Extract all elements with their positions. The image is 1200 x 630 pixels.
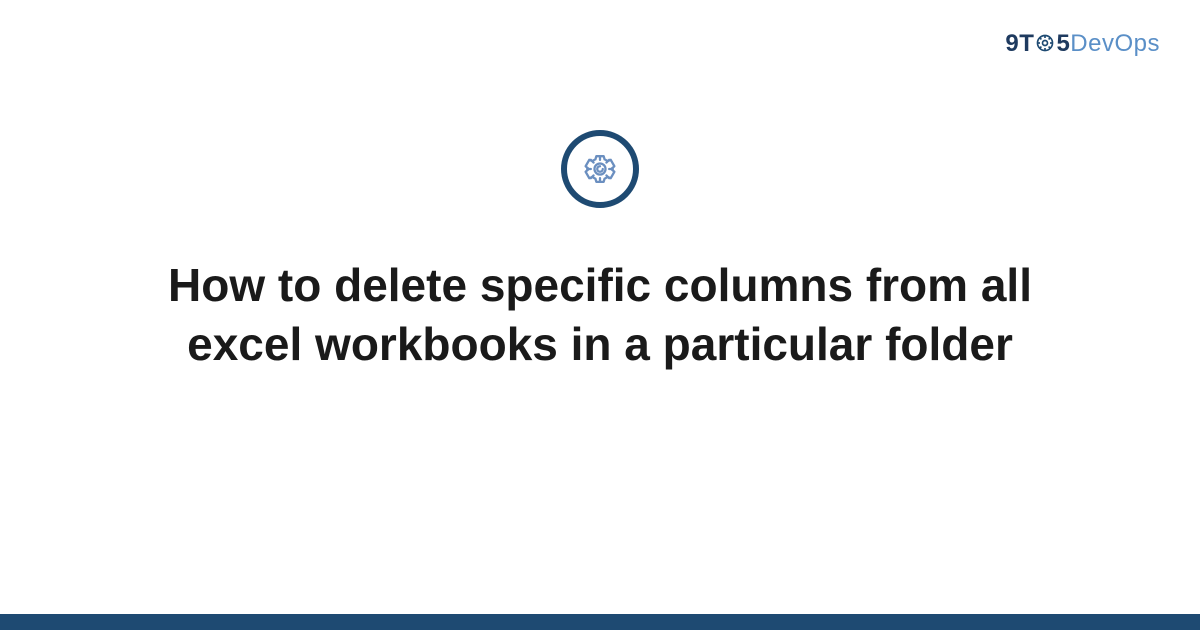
gear-badge-icon [561, 130, 639, 208]
brand-logo: 9T 5DevOps [1005, 30, 1160, 58]
logo-text-9t: 9T [1005, 30, 1034, 57]
page-title: How to delete specific columns from all … [130, 256, 1070, 374]
main-content: How to delete specific columns from all … [0, 130, 1200, 374]
logo-text-5: 5 [1056, 30, 1070, 57]
footer-bar [0, 614, 1200, 630]
logo-gear-icon [1035, 33, 1055, 53]
logo-text-dev: Dev [1070, 30, 1114, 57]
logo-text-ops: Ops [1114, 30, 1160, 57]
